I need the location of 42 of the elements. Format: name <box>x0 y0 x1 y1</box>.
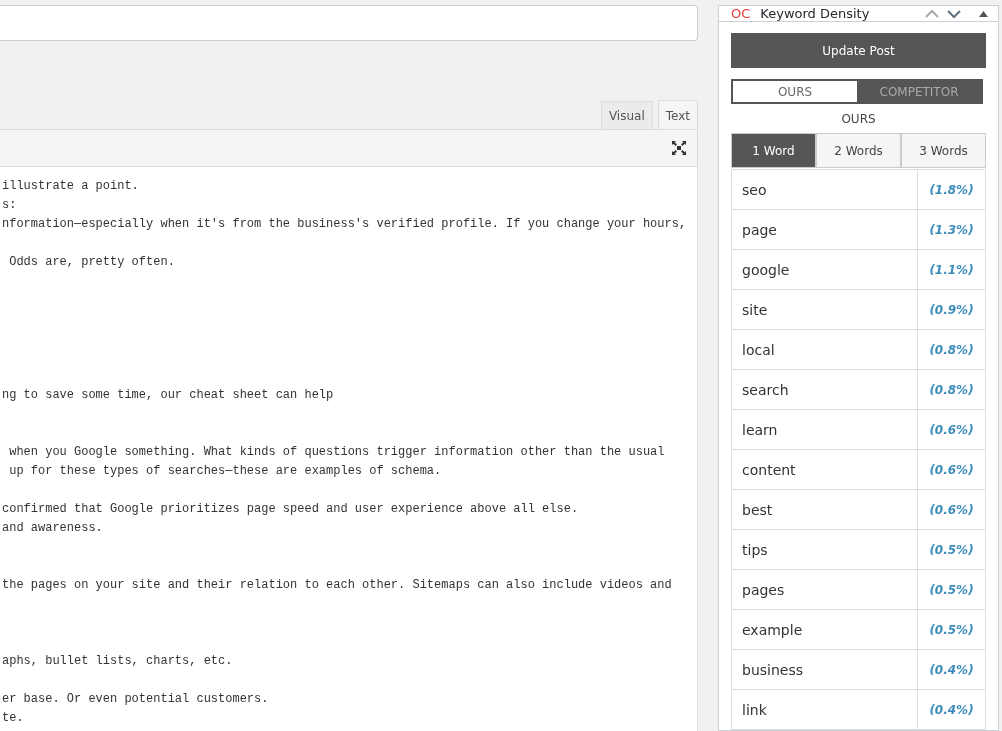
density-cell: (0.8%) <box>917 370 985 409</box>
word-count-tab[interactable]: 3 Words <box>901 133 986 168</box>
density-cell: (1.3%) <box>917 210 985 249</box>
title-field[interactable] <box>0 5 698 41</box>
keyword-cell-text: local <box>741 340 776 360</box>
keyword-cell-text: content <box>741 460 797 480</box>
density-cell: (0.5%) <box>917 530 985 569</box>
density-cell: (0.4%) <box>917 690 985 729</box>
density-cell: (0.6%) <box>917 410 985 449</box>
density-cell: (1.1%) <box>917 250 985 289</box>
panel-title: Keyword Density <box>760 6 871 21</box>
density-cell: (0.5%) <box>917 610 985 649</box>
update-post-button[interactable]: Update Post <box>731 33 986 68</box>
density-cell: (0.6%) <box>917 490 985 529</box>
chevron-down-icon[interactable] <box>947 8 961 19</box>
density-cell: (0.8%) <box>917 330 985 369</box>
keyword-cell-text: learn <box>741 420 779 440</box>
editor-tab[interactable]: Visual <box>600 101 653 129</box>
keyword-cell-text: google <box>741 260 791 280</box>
keyword-cell-text: best <box>741 500 774 520</box>
keyword-cell-text: link <box>741 700 768 720</box>
density-cell: (0.9%) <box>917 290 985 329</box>
density-cell: (1.8%) <box>917 170 985 209</box>
keyword-cell-text: tips <box>741 540 769 560</box>
keyword-cell-text: seo <box>741 180 768 200</box>
source-option[interactable]: OURS <box>733 81 857 102</box>
density-cell: (0.6%) <box>917 450 985 489</box>
source-label: OURS <box>840 112 877 126</box>
fullscreen-icon[interactable] <box>671 140 687 156</box>
density-cell: (0.5%) <box>917 570 985 609</box>
keyword-cell-text: site <box>741 300 769 320</box>
density-cell: (0.4%) <box>917 650 985 689</box>
keyword-cell-text: pages <box>741 580 786 600</box>
keyword-cell-text: example <box>741 620 804 640</box>
word-count-tab[interactable]: 2 Words <box>816 133 901 168</box>
word-count-tab[interactable]: 1 Word <box>731 133 816 168</box>
keyword-cell-text: page <box>741 220 778 240</box>
collapse-icon[interactable] <box>979 10 988 17</box>
brand-label: OC <box>731 6 751 21</box>
editor-tab[interactable]: Text <box>657 100 698 130</box>
keyword-cell-text: business <box>741 660 805 680</box>
keyword-cell-text: search <box>741 380 790 400</box>
